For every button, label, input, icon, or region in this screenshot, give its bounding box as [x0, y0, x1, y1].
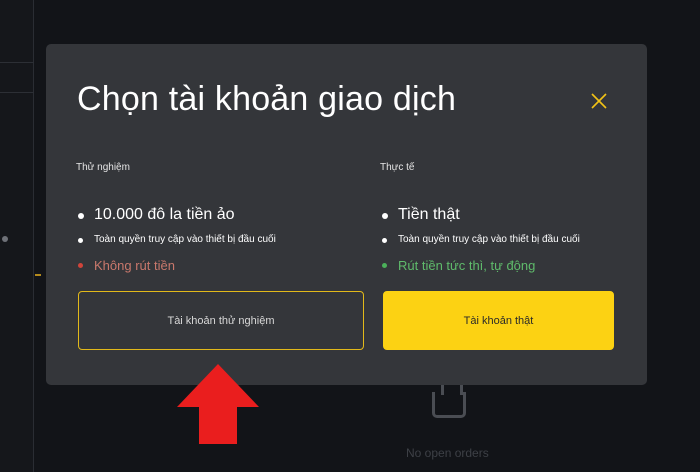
demo-withdraw-text: Không rút tiền [94, 258, 175, 273]
real-withdraw-item: Rút tiền tức thì, tự động [380, 258, 670, 273]
demo-heading: Thử nghiệm [76, 162, 130, 173]
red-bullet-icon [78, 263, 83, 268]
real-access-item: Toàn quyền truy cập vào thiết bị đầu cuố… [380, 234, 670, 245]
sidebar-dot-icon [2, 236, 8, 242]
real-access-text: Toàn quyền truy cập vào thiết bị đầu cuố… [398, 234, 580, 245]
demo-access-text: Toàn quyền truy cập vào thiết bị đầu cuố… [94, 234, 276, 245]
close-button[interactable] [587, 89, 611, 113]
demo-account-column: Thử nghiệm 10.000 đô la tiền ảo Toàn quy… [76, 162, 366, 273]
demo-account-button[interactable]: Tài khoản thử nghiệm [78, 291, 364, 350]
bullet-icon [382, 213, 388, 219]
bullet-icon [78, 213, 84, 219]
real-balance-text: Tiền thật [398, 206, 460, 223]
modal-title: Chọn tài khoản giao dịch [77, 80, 457, 118]
red-arrow-up-icon [177, 364, 259, 451]
demo-balance-item: 10.000 đô la tiền ảo [76, 206, 366, 224]
demo-withdraw-item: Không rút tiền [76, 258, 366, 273]
sidebar-divider [0, 62, 34, 63]
empty-box-icon [432, 382, 466, 418]
real-balance-item: Tiền thật [380, 206, 670, 224]
real-account-button[interactable]: Tài khoản thật [383, 291, 614, 350]
real-account-column: Thực tế Tiền thật Toàn quyền truy cập và… [380, 162, 670, 273]
real-heading: Thực tế [380, 162, 415, 173]
account-select-modal: Chọn tài khoản giao dịch Thử nghiệm 10.0… [46, 44, 647, 385]
demo-access-item: Toàn quyền truy cập vào thiết bị đầu cuố… [76, 234, 366, 245]
bullet-icon [382, 238, 387, 243]
chart-marker [35, 274, 41, 276]
bullet-icon [78, 238, 83, 243]
sidebar-divider [0, 92, 34, 93]
green-bullet-icon [382, 263, 387, 268]
empty-state-text: No open orders [406, 446, 489, 460]
real-withdraw-text: Rút tiền tức thì, tự động [398, 258, 536, 273]
demo-balance-text: 10.000 đô la tiền ảo [94, 206, 235, 223]
background-sidebar [0, 0, 34, 472]
close-icon [591, 93, 607, 109]
